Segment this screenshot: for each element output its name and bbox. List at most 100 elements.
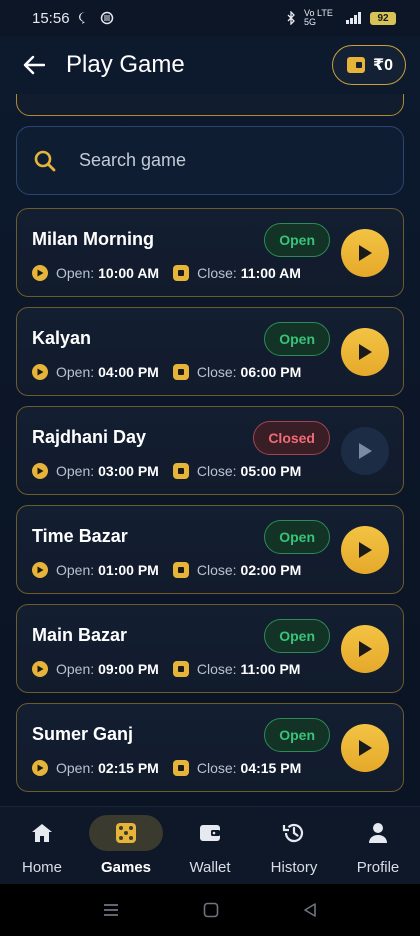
close-time-group: Close: 02:00 PM bbox=[172, 562, 301, 578]
open-label: Open: bbox=[56, 463, 95, 479]
nav-home-label: Home bbox=[21, 859, 62, 876]
game-times: Open: 09:00 PM Close: 11:00 PM bbox=[32, 661, 300, 677]
game-card[interactable]: Sumer Ganj Open Open: 02:15 PM Close: 04… bbox=[16, 703, 404, 792]
play-button[interactable] bbox=[341, 328, 389, 376]
play-circle-icon bbox=[32, 661, 48, 677]
game-card[interactable]: Milan Morning Open Open: 10:00 AM Close:… bbox=[16, 208, 404, 297]
play-circle-icon bbox=[32, 760, 48, 776]
close-label: Close: bbox=[196, 463, 237, 479]
game-times: Open: 02:15 PM Close: 04:15 PM bbox=[32, 760, 301, 776]
nav-games[interactable]: Games bbox=[84, 815, 168, 876]
bluetooth-icon bbox=[287, 11, 295, 25]
game-card[interactable]: Time Bazar Open Open: 01:00 PM Close: 02… bbox=[16, 505, 404, 594]
status-badge: Open bbox=[264, 520, 330, 554]
open-time: 09:00 PM bbox=[98, 661, 159, 677]
open-time-group: Open: 10:00 AM bbox=[32, 265, 159, 281]
close-time: 04:15 PM bbox=[240, 760, 302, 776]
game-name: Sumer Ganj bbox=[32, 724, 134, 744]
open-label: Open: bbox=[56, 265, 95, 281]
status-left: 15:56 bbox=[32, 10, 114, 27]
nav-profile-label: Profile bbox=[356, 859, 400, 876]
nav-wallet-label: Wallet bbox=[189, 859, 231, 876]
back-button[interactable] bbox=[18, 49, 50, 81]
nav-profile[interactable]: Profile bbox=[336, 815, 420, 876]
stop-square-icon bbox=[172, 661, 189, 677]
game-card[interactable]: Kalyan Open Open: 04:00 PM Close: 06:00 … bbox=[16, 307, 404, 396]
status-time: 15:56 bbox=[32, 9, 70, 27]
open-time-group: Open: 02:15 PM bbox=[32, 760, 159, 776]
open-time: 10:00 AM bbox=[98, 265, 160, 281]
game-name: Rajdhani Day bbox=[32, 427, 147, 447]
wallet-icon bbox=[200, 825, 220, 841]
search-bar[interactable] bbox=[16, 126, 404, 195]
stop-square-icon bbox=[172, 364, 189, 380]
bottom-navigation: Home Games Wallet History Profile bbox=[0, 806, 420, 884]
close-label: Close: bbox=[196, 364, 237, 380]
play-circle-icon bbox=[32, 463, 48, 479]
page-title: Play Game bbox=[66, 51, 185, 78]
wallet-amount: ₹0 bbox=[372, 57, 393, 74]
stop-square-icon bbox=[172, 562, 189, 578]
home-icon bbox=[32, 824, 52, 842]
nav-history-label: History bbox=[270, 859, 318, 876]
open-time: 01:00 PM bbox=[98, 562, 159, 578]
open-label: Open: bbox=[56, 760, 95, 776]
play-button[interactable] bbox=[341, 625, 389, 673]
game-times: Open: 10:00 AM Close: 11:00 AM bbox=[32, 265, 301, 281]
close-label: Close: bbox=[196, 760, 237, 776]
game-list-content: Milan Morning Open Open: 10:00 AM Close:… bbox=[0, 94, 420, 806]
back-triangle-icon[interactable] bbox=[302, 902, 318, 918]
sync-icon bbox=[100, 11, 113, 25]
game-name: Kalyan bbox=[32, 328, 92, 348]
play-circle-icon bbox=[32, 265, 48, 281]
wallet-icon bbox=[346, 57, 365, 73]
status-right: Vo LTE 5G 92 bbox=[286, 9, 396, 27]
network-label: Vo LTE 5G bbox=[304, 8, 333, 27]
game-name: Main Bazar bbox=[32, 625, 128, 645]
open-label: Open: bbox=[56, 661, 95, 677]
wallet-balance-button[interactable]: ₹0 bbox=[331, 45, 406, 85]
game-name: Milan Morning bbox=[32, 229, 154, 249]
open-time-group: Open: 03:00 PM bbox=[32, 463, 159, 479]
close-time-group: Close: 11:00 PM bbox=[172, 661, 300, 677]
game-card[interactable]: Main Bazar Open Open: 09:00 PM Close: 11… bbox=[16, 604, 404, 693]
play-icon bbox=[359, 344, 372, 360]
play-button[interactable] bbox=[341, 229, 389, 277]
arrow-left-icon bbox=[23, 55, 45, 75]
play-button[interactable] bbox=[341, 724, 389, 772]
close-label: Close: bbox=[196, 562, 237, 578]
stop-square-icon bbox=[173, 265, 190, 281]
stop-square-icon bbox=[172, 760, 189, 776]
status-badge: Closed bbox=[253, 421, 330, 455]
nav-history[interactable]: History bbox=[252, 815, 336, 876]
game-card[interactable]: Rajdhani Day Closed Open: 03:00 PM Close… bbox=[16, 406, 404, 495]
nav-wallet-icon-wrap bbox=[173, 815, 247, 851]
notice-card bbox=[16, 94, 404, 116]
game-times: Open: 04:00 PM Close: 06:00 PM bbox=[32, 364, 301, 380]
open-time: 02:15 PM bbox=[98, 760, 159, 776]
play-icon bbox=[359, 443, 372, 459]
game-times: Open: 01:00 PM Close: 02:00 PM bbox=[32, 562, 301, 578]
nav-wallet[interactable]: Wallet bbox=[168, 815, 252, 876]
nav-home[interactable]: Home bbox=[0, 815, 84, 876]
close-label: Close: bbox=[196, 661, 237, 677]
signal-icon bbox=[346, 12, 361, 24]
home-circle-icon[interactable] bbox=[203, 902, 219, 918]
app-header: Play Game ₹0 bbox=[0, 36, 420, 94]
play-button[interactable] bbox=[341, 526, 389, 574]
close-time: 05:00 PM bbox=[240, 463, 302, 479]
play-button[interactable] bbox=[341, 427, 389, 475]
game-name: Time Bazar bbox=[32, 526, 128, 546]
open-time-group: Open: 01:00 PM bbox=[32, 562, 159, 578]
status-badge: Open bbox=[264, 322, 330, 356]
recent-apps-icon[interactable] bbox=[102, 902, 120, 918]
open-time-group: Open: 04:00 PM bbox=[32, 364, 159, 380]
close-time: 06:00 PM bbox=[240, 364, 302, 380]
search-input[interactable] bbox=[79, 150, 369, 171]
battery-indicator: 92 bbox=[370, 11, 396, 25]
play-circle-icon bbox=[32, 364, 48, 380]
close-time-group: Close: 05:00 PM bbox=[172, 463, 302, 479]
nav-history-icon-wrap bbox=[257, 815, 331, 851]
close-time-group: Close: 11:00 AM bbox=[173, 265, 301, 281]
status-bar: 15:56 Vo LTE 5G 92 bbox=[0, 0, 420, 36]
